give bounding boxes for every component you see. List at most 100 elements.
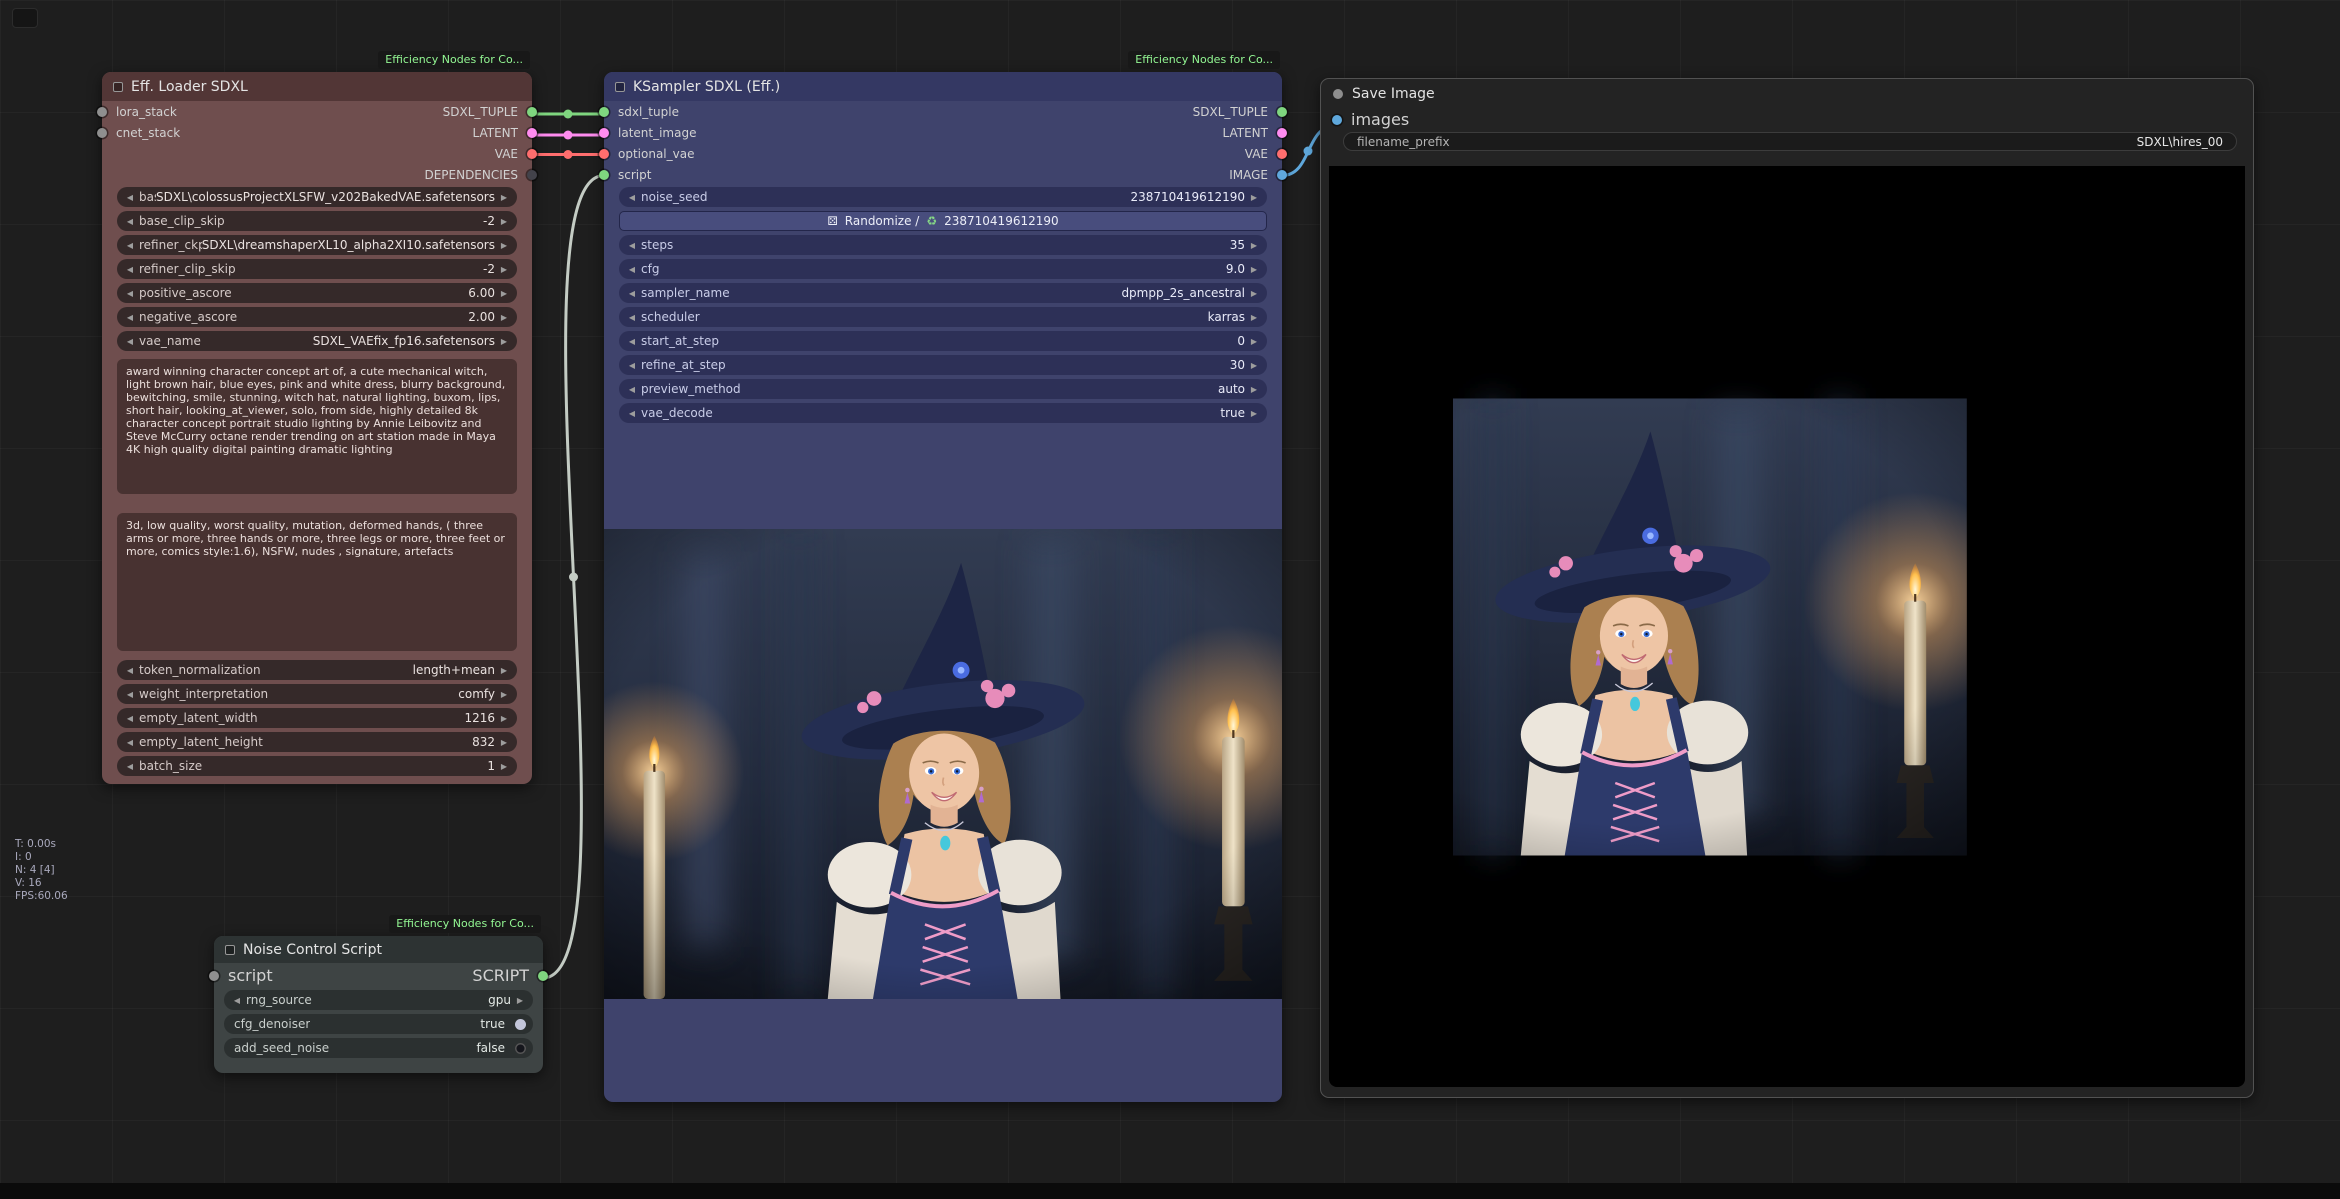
- widget-noise-seed[interactable]: ◀noise_seed238710419612190▶: [619, 187, 1267, 207]
- widget-base-clip-skip[interactable]: ◀base_clip_skip-2▶: [117, 211, 517, 231]
- combo-left-arrow-icon[interactable]: ◀: [124, 337, 136, 346]
- combo-right-arrow-icon[interactable]: ▶: [498, 241, 510, 250]
- slot-dot[interactable]: [599, 107, 609, 117]
- combo-right-arrow-icon[interactable]: ▶: [498, 666, 510, 675]
- widget-vae-decode[interactable]: ◀vae_decodetrue▶: [619, 403, 1267, 423]
- output-slot-vae[interactable]: VAE: [265, 143, 532, 164]
- combo-left-arrow-icon[interactable]: ◀: [626, 361, 638, 370]
- widget-base-ckpt-name[interactable]: ◀base_ckpt_nameSDXL\colossusProjectXLSFW…: [117, 187, 517, 207]
- slot-dot[interactable]: [538, 971, 548, 981]
- toggle-off-icon[interactable]: [515, 1043, 526, 1054]
- widget-refiner-clip-skip[interactable]: ◀refiner_clip_skip-2▶: [117, 259, 517, 279]
- widget-empty-latent-height[interactable]: ◀empty_latent_height832▶: [117, 732, 517, 752]
- slot-dot[interactable]: [527, 107, 537, 117]
- slot-dot[interactable]: [1332, 115, 1342, 125]
- combo-left-arrow-icon[interactable]: ◀: [626, 193, 638, 202]
- node-save-image[interactable]: Save Image images filename_prefix SDXL\h…: [1320, 78, 2254, 1098]
- combo-right-arrow-icon[interactable]: ▶: [1248, 385, 1260, 394]
- combo-right-arrow-icon[interactable]: ▶: [498, 738, 510, 747]
- combo-right-arrow-icon[interactable]: ▶: [498, 337, 510, 346]
- combo-left-arrow-icon[interactable]: ◀: [124, 217, 136, 226]
- widget-batch-size[interactable]: ◀batch_size1▶: [117, 756, 517, 776]
- widget-negative-ascore[interactable]: ◀negative_ascore2.00▶: [117, 307, 517, 327]
- combo-right-arrow-icon[interactable]: ▶: [1248, 289, 1260, 298]
- combo-left-arrow-icon[interactable]: ◀: [626, 313, 638, 322]
- combo-left-arrow-icon[interactable]: ◀: [124, 289, 136, 298]
- node-graph-canvas[interactable]: Efficiency Nodes for Co... Eff. Loader S…: [0, 0, 2340, 1199]
- randomize-seed-button[interactable]: ⚄Randomize /♻238710419612190: [619, 211, 1267, 231]
- combo-left-arrow-icon[interactable]: ◀: [124, 714, 136, 723]
- widget-cfg-denoiser[interactable]: cfg_denoisertrue: [224, 1014, 533, 1034]
- node-title-bar[interactable]: Save Image: [1321, 79, 2253, 109]
- combo-right-arrow-icon[interactable]: ▶: [498, 714, 510, 723]
- combo-right-arrow-icon[interactable]: ▶: [498, 690, 510, 699]
- widget-weight-interpretation[interactable]: ◀weight_interpretationcomfy▶: [117, 684, 517, 704]
- combo-right-arrow-icon[interactable]: ▶: [1248, 241, 1260, 250]
- widget-scheduler[interactable]: ◀schedulerkarras▶: [619, 307, 1267, 327]
- node-ksampler-sdxl[interactable]: Efficiency Nodes for Co... KSampler SDXL…: [604, 72, 1282, 1102]
- slot-dot[interactable]: [1277, 149, 1287, 159]
- combo-right-arrow-icon[interactable]: ▶: [514, 996, 526, 1005]
- collapse-icon[interactable]: [225, 945, 235, 955]
- slot-dot[interactable]: [599, 128, 609, 138]
- combo-left-arrow-icon[interactable]: ◀: [124, 193, 136, 202]
- combo-left-arrow-icon[interactable]: ◀: [124, 241, 136, 250]
- combo-left-arrow-icon[interactable]: ◀: [626, 289, 638, 298]
- widget-rng-source[interactable]: ◀rng_sourcegpu▶: [224, 990, 533, 1010]
- slot-dot[interactable]: [527, 128, 537, 138]
- combo-left-arrow-icon[interactable]: ◀: [231, 996, 243, 1005]
- widget-refine-at-step[interactable]: ◀refine_at_step30▶: [619, 355, 1267, 375]
- output-slot-sdxl-tuple[interactable]: SDXL_TUPLE: [862, 101, 1282, 122]
- combo-right-arrow-icon[interactable]: ▶: [1248, 313, 1260, 322]
- widget-empty-latent-width[interactable]: ◀empty_latent_width1216▶: [117, 708, 517, 728]
- combo-left-arrow-icon[interactable]: ◀: [626, 241, 638, 250]
- combo-left-arrow-icon[interactable]: ◀: [626, 409, 638, 418]
- combo-right-arrow-icon[interactable]: ▶: [1248, 361, 1260, 370]
- combo-right-arrow-icon[interactable]: ▶: [1248, 409, 1260, 418]
- output-slot-sdxl-tuple[interactable]: SDXL_TUPLE: [265, 101, 532, 122]
- widget-vae-name[interactable]: ◀vae_nameSDXL_VAEfix_fp16.safetensors▶: [117, 331, 517, 351]
- node-eff-loader-sdxl[interactable]: Efficiency Nodes for Co... Eff. Loader S…: [102, 72, 532, 784]
- node-noise-control-script[interactable]: Efficiency Nodes for Co... Noise Control…: [214, 936, 543, 1073]
- node-title-bar[interactable]: KSampler SDXL (Eff.): [604, 72, 1282, 101]
- collapse-icon[interactable]: [615, 82, 625, 92]
- combo-left-arrow-icon[interactable]: ◀: [124, 738, 136, 747]
- slot-dot[interactable]: [599, 170, 609, 180]
- slot-dot[interactable]: [97, 128, 107, 138]
- combo-right-arrow-icon[interactable]: ▶: [498, 313, 510, 322]
- slot-dot[interactable]: [1277, 170, 1287, 180]
- combo-right-arrow-icon[interactable]: ▶: [1248, 337, 1260, 346]
- slot-dot[interactable]: [599, 149, 609, 159]
- combo-left-arrow-icon[interactable]: ◀: [124, 313, 136, 322]
- canvas-menu-chip[interactable]: [12, 8, 38, 28]
- toggle-on-icon[interactable]: [515, 1019, 526, 1030]
- combo-left-arrow-icon[interactable]: ◀: [124, 762, 136, 771]
- widget-start-at-step[interactable]: ◀start_at_step0▶: [619, 331, 1267, 351]
- combo-right-arrow-icon[interactable]: ▶: [498, 762, 510, 771]
- output-slot-dependencies[interactable]: DEPENDENCIES: [265, 164, 532, 185]
- widget-preview-method[interactable]: ◀preview_methodauto▶: [619, 379, 1267, 399]
- slot-dot[interactable]: [209, 971, 219, 981]
- output-slot-image[interactable]: IMAGE: [862, 164, 1282, 185]
- node-title-bar[interactable]: Eff. Loader SDXL: [102, 72, 532, 101]
- widget-positive-ascore[interactable]: ◀positive_ascore6.00▶: [117, 283, 517, 303]
- combo-left-arrow-icon[interactable]: ◀: [124, 690, 136, 699]
- slot-dot[interactable]: [97, 107, 107, 117]
- combo-right-arrow-icon[interactable]: ▶: [1248, 265, 1260, 274]
- output-slot-latent[interactable]: LATENT: [862, 122, 1282, 143]
- positive-prompt-textarea[interactable]: award winning character concept art of, …: [117, 359, 517, 494]
- widget-token-normalization[interactable]: ◀token_normalizationlength+mean▶: [117, 660, 517, 680]
- combo-left-arrow-icon[interactable]: ◀: [626, 385, 638, 394]
- slot-dot[interactable]: [1277, 128, 1287, 138]
- widget-filename-prefix[interactable]: filename_prefix SDXL\hires_00: [1343, 132, 2237, 151]
- combo-right-arrow-icon[interactable]: ▶: [498, 193, 510, 202]
- combo-right-arrow-icon[interactable]: ▶: [1248, 193, 1260, 202]
- slot-dot[interactable]: [1277, 107, 1287, 117]
- widget-steps[interactable]: ◀steps35▶: [619, 235, 1267, 255]
- widget-refiner-ckpt-name[interactable]: ◀refiner_ckpt_nameSDXL\dreamshaperXL10_a…: [117, 235, 517, 255]
- slot-dot[interactable]: [527, 149, 537, 159]
- node-title-bar[interactable]: Noise Control Script: [214, 936, 543, 963]
- input-slot-images[interactable]: images: [1321, 109, 2253, 130]
- output-slot-vae[interactable]: VAE: [862, 143, 1282, 164]
- widget-add-seed-noise[interactable]: add_seed_noisefalse: [224, 1038, 533, 1058]
